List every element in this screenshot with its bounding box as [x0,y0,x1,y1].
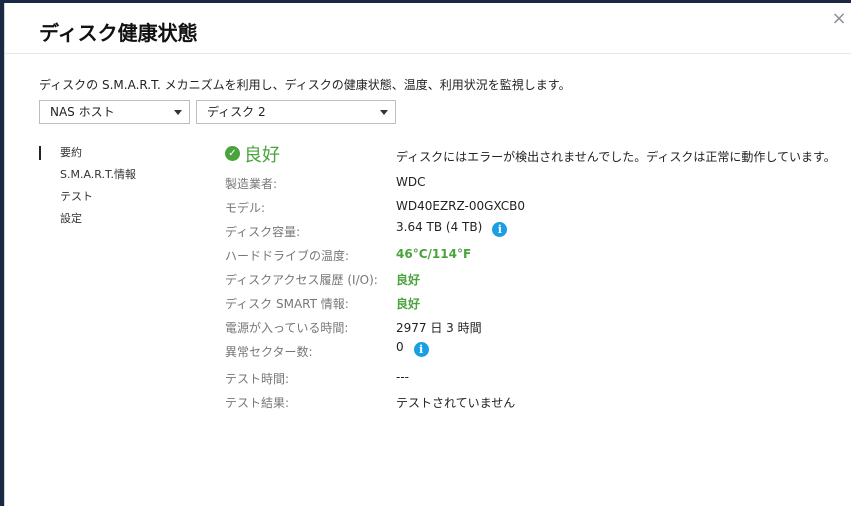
disk-health-dialog: ディスク健康状態 × ディスクの S.M.A.R.T. メカニズムを利用し、ディ… [4,3,851,506]
test-time-value: --- [396,370,409,384]
dialog-title: ディスク健康状態 [39,21,198,45]
manufacturer-label: 製造業者: [225,177,278,191]
info-icon[interactable]: i [492,222,508,237]
temperature-label: ハードドライブの温度: [225,249,350,263]
nav-item-smart-info[interactable]: S.M.A.R.T.情報 [39,167,136,189]
disk-select-value: ディスク 2 [207,105,266,119]
temperature-value: 46°C/114°F [396,247,472,261]
side-nav: 要約 S.M.A.R.T.情報 テスト 設定 [39,145,136,233]
info-icon[interactable]: i [413,342,429,357]
chevron-down-icon [174,110,182,115]
bad-sectors-value: 0 [396,340,404,354]
io-history-value: 良好 [396,273,421,287]
nav-item-settings[interactable]: 設定 [39,211,136,233]
manufacturer-value: WDC [396,175,426,189]
status-message: ディスクにはエラーが検出されませんでした。ディスクは正常に動作しています。 [396,150,836,164]
bad-sectors-row: 0i [396,340,429,357]
dialog-description: ディスクの S.M.A.R.T. メカニズムを利用し、ディスクの健康状態、温度、… [39,78,571,92]
test-result-value: テストされていません [396,396,516,410]
power-on-hours-label: 電源が入っている時間: [225,321,349,335]
nav-item-summary[interactable]: 要約 [39,145,136,167]
capacity-value: 3.64 TB (4 TB) [396,220,483,234]
test-time-label: テスト時間: [225,372,290,386]
capacity-label: ディスク容量: [225,225,301,239]
dialog-title-bar: ディスク健康状態 × [5,3,851,54]
close-icon[interactable]: × [830,10,848,28]
power-on-hours-value: 2977 日 3 時間 [396,321,482,335]
status-text: 良好 [244,145,280,166]
io-history-label: ディスクアクセス履歴 (I/O): [225,273,378,287]
test-result-label: テスト結果: [225,396,290,410]
smart-info-label: ディスク SMART 情報: [225,297,349,311]
smart-info-value: 良好 [396,297,421,311]
nav-item-test[interactable]: テスト [39,189,136,211]
model-value: WD40EZRZ-00GXCB0 [396,199,526,213]
host-select[interactable]: NAS ホスト [39,100,190,124]
bad-sectors-label: 異常セクター数: [225,345,313,359]
host-select-value: NAS ホスト [50,105,115,119]
disk-select[interactable]: ディスク 2 [196,100,396,124]
model-label: モデル: [225,201,266,215]
check-circle-icon: ✓ [225,146,240,161]
chevron-down-icon [380,110,388,115]
capacity-row: 3.64 TB (4 TB) i [396,220,508,237]
